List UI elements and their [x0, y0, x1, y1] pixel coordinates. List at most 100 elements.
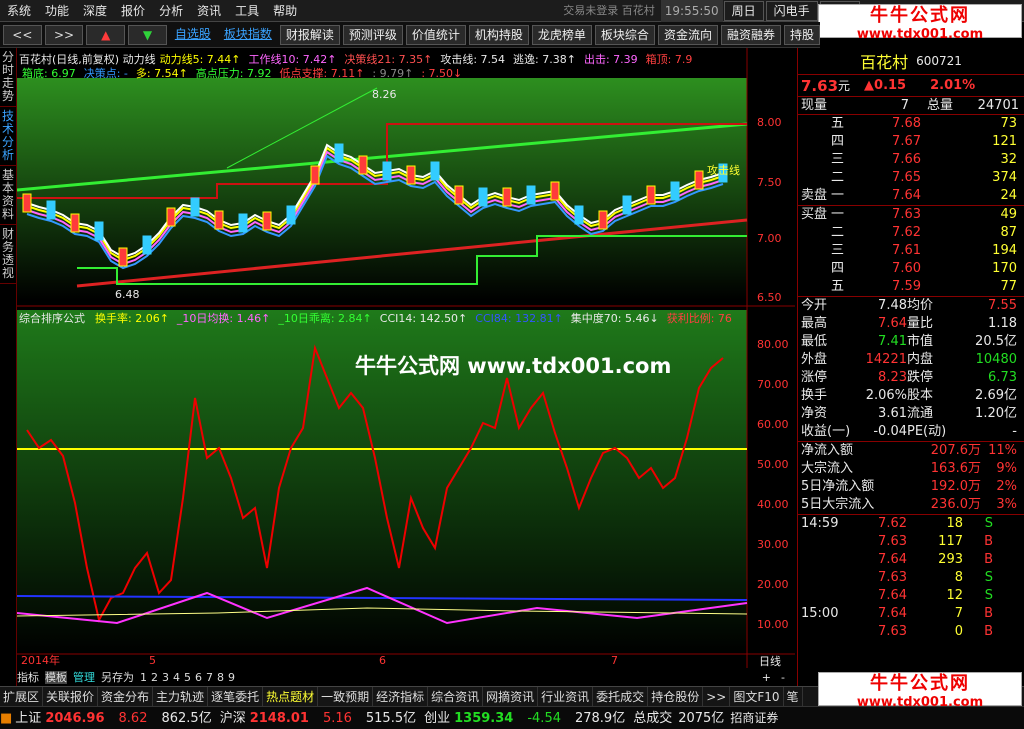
tool-6[interactable]: 3	[162, 671, 169, 684]
price-change: ▲0.15	[864, 78, 907, 93]
zoom-out-button[interactable]: -	[781, 671, 785, 684]
bid-price-1: 7.62	[892, 225, 921, 240]
tool-1[interactable]: 模板	[45, 671, 67, 684]
menu-item-1[interactable]: 功能	[38, 0, 76, 22]
flow-label-0: 净流入额	[801, 443, 854, 458]
tick-price-4: 7.64	[878, 588, 907, 603]
tool-11[interactable]: 8	[217, 671, 224, 684]
toolbar-button-4[interactable]: 龙虎榜单	[531, 24, 592, 45]
menu-item-0[interactable]: 系统	[0, 0, 38, 22]
ind1b-value-5: : 9.79↑	[372, 67, 414, 80]
toolbar-link-0[interactable]: 自选股	[170, 25, 216, 45]
tick-time-1	[801, 533, 847, 551]
toolbar-button-7[interactable]: 融资融券	[720, 24, 781, 45]
bottom-tab-0[interactable]: 扩展区	[0, 686, 44, 707]
toolbar-button-0[interactable]: 财报解读	[279, 24, 340, 45]
bid-price-3: 7.60	[892, 261, 921, 276]
ask-price-4: 7.64	[892, 188, 921, 203]
bottom-tab-7[interactable]: 经济指标	[373, 686, 429, 707]
menu-button-1[interactable]: 闪电手	[765, 0, 818, 21]
ask-volume-1: 121	[992, 134, 1017, 149]
toolbar-button-1[interactable]: 预测评级	[342, 24, 403, 45]
side-tab-1[interactable]: 技术分析	[0, 107, 16, 166]
bottom-tab-14[interactable]: 图文F10	[730, 686, 784, 707]
bottom-tab-12[interactable]: 持仓股份	[648, 686, 704, 707]
arrow-up-icon[interactable]: ▲	[86, 24, 126, 45]
tick-side-0: S	[984, 516, 993, 531]
bottom-tab-3[interactable]: 主力轨迹	[153, 686, 209, 707]
tool-9[interactable]: 6	[195, 671, 202, 684]
candle-18	[238, 213, 248, 233]
candle-44	[550, 181, 560, 201]
tool-7[interactable]: 4	[173, 671, 180, 684]
nav-button-1[interactable]: >>	[44, 24, 84, 45]
side-tab-2[interactable]: 基本资料	[0, 166, 16, 225]
tick-row-5: 15:00 7.64 7 B	[798, 605, 1024, 623]
tool-5[interactable]: 2	[151, 671, 158, 684]
quote-title: 百花村 600721	[798, 48, 1024, 74]
zoom-in-button[interactable]: +	[762, 671, 771, 684]
toolbar-button-3[interactable]: 机构持股	[468, 24, 529, 45]
tool-8[interactable]: 5	[184, 671, 191, 684]
status-index-name-1[interactable]: 沪深	[220, 707, 246, 729]
tool-4[interactable]: 1	[140, 671, 147, 684]
menu-item-5[interactable]: 资讯	[190, 0, 228, 22]
bottom-tab-13[interactable]: >>	[703, 686, 731, 707]
status-index-name-2[interactable]: 创业	[424, 707, 450, 729]
tool-3[interactable]: 另存为	[101, 671, 134, 684]
side-tab-3[interactable]: 财务透视	[0, 225, 16, 284]
tool-10[interactable]: 7	[206, 671, 213, 684]
period-label[interactable]: 日线	[759, 655, 781, 668]
toolbar-button-8[interactable]: 持股	[783, 24, 820, 45]
menu-item-2[interactable]: 深度	[76, 0, 114, 22]
bottom-tab-8[interactable]: 综合资讯	[428, 686, 484, 707]
stat-row-2: 最低 7.41 市值 20.5亿	[798, 333, 1024, 351]
toolbar-button-2[interactable]: 价值统计	[405, 24, 466, 45]
tool-2[interactable]: 管理	[73, 671, 95, 684]
indicator-values-2: 换手率: 2.06↑ _10日均换: 1.46↑ _10日乖离: 2.84↑ CCI1…	[95, 312, 740, 325]
bottom-tab-15[interactable]: 笔	[784, 686, 803, 707]
bid-volume-4: 77	[1000, 279, 1017, 294]
bottom-tab-9[interactable]: 网摘资讯	[483, 686, 539, 707]
stat-label-6-b: 流通	[907, 406, 934, 421]
status-index-value-0: 2046.96	[45, 710, 105, 726]
now-label: 现量	[801, 98, 828, 113]
tool-0[interactable]: 指标	[17, 671, 39, 684]
bottom-tab-11[interactable]: 委托成交	[593, 686, 649, 707]
stat-label-3-b: 内盘	[907, 352, 934, 367]
toolbar-link-1[interactable]: 板块指数	[219, 25, 277, 45]
tool-12[interactable]: 9	[228, 671, 235, 684]
stat-row-7: 收益(一) -0.04 PE(动) -	[798, 423, 1024, 441]
bottom-tab-2[interactable]: 资金分布	[98, 686, 154, 707]
arrow-down-icon[interactable]: ▼	[128, 24, 167, 45]
ask-side-label-2	[801, 151, 831, 169]
stat-row-4: 涨停 8.23 跌停 6.73	[798, 369, 1024, 387]
nav-button-0[interactable]: <<	[3, 24, 42, 45]
tick-volume-3: 8	[954, 570, 963, 585]
menu-button-0[interactable]: 周日	[723, 0, 764, 21]
menu-item-6[interactable]: 工具	[228, 0, 266, 22]
bottom-tab-10[interactable]: 行业资讯	[538, 686, 594, 707]
status-index-name-0[interactable]: 上证	[15, 707, 41, 729]
bid-row-4: 五 7.59 77	[798, 278, 1024, 296]
ind1-value-2: 决策线21: 7.35↑	[344, 53, 433, 66]
bottom-tab-6[interactable]: 一致预期	[318, 686, 374, 707]
candle-20	[262, 211, 272, 231]
sub-title: 综合排序公式	[19, 312, 85, 325]
bottom-tab-4[interactable]: 逐笔委托	[208, 686, 264, 707]
menu-item-4[interactable]: 分析	[152, 0, 190, 22]
flow-row-2: 5日净流入额 192.0万 2%	[798, 478, 1024, 496]
toolbar-button-6[interactable]: 资金流向	[657, 24, 718, 45]
toolbar-button-5[interactable]: 板块综合	[594, 24, 655, 45]
menu-item-7[interactable]: 帮助	[266, 0, 304, 22]
side-tabs: 分时走势 技术分析 基本资料 财务透视	[0, 48, 17, 688]
ask-volume-0: 73	[1000, 116, 1017, 131]
bottom-tab-1[interactable]: 关联报价	[43, 686, 99, 707]
ask-price-3: 7.65	[892, 170, 921, 185]
flow-value-2: 192.0万	[930, 479, 981, 494]
bottom-tab-5[interactable]: 热点题材	[263, 686, 319, 707]
flow-list: 净流入额 207.6万 11% 大宗流入 163.6万 9% 5日净流入额 192.0万 2% 5…	[798, 441, 1024, 514]
side-tab-0[interactable]: 分时走势	[0, 48, 16, 107]
menu-item-3[interactable]: 报价	[114, 0, 152, 22]
ask-level-1: 四	[831, 134, 845, 149]
